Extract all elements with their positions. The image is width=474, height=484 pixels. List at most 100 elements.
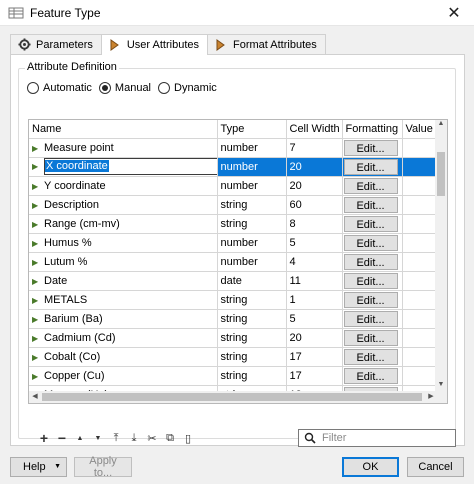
cell-name[interactable]: ▶ Y coordinate — [29, 176, 218, 196]
cell-value[interactable] — [402, 138, 438, 158]
scroll-left-icon[interactable]: ◀ — [29, 391, 41, 403]
cell-width[interactable]: 1 — [286, 290, 343, 310]
move-top-icon[interactable]: ⤒ — [107, 429, 125, 447]
column-header-formatting[interactable]: Formatting — [342, 120, 403, 139]
remove-icon[interactable]: − — [53, 429, 71, 447]
ok-button[interactable]: OK — [342, 457, 399, 477]
column-header-type[interactable]: Type — [217, 120, 287, 139]
cell-value[interactable] — [402, 176, 438, 196]
filter-input[interactable] — [320, 431, 450, 445]
cell-type[interactable]: number — [217, 138, 287, 158]
edit-formatting-button[interactable]: Edit... — [343, 330, 398, 346]
cell-name[interactable]: ▶ Lutum % — [29, 252, 218, 272]
edit-formatting-button[interactable]: Edit... — [343, 311, 398, 327]
cell-width[interactable]: 60 — [286, 195, 343, 215]
cell-width[interactable]: 5 — [286, 309, 343, 329]
column-header-cell-width[interactable]: Cell Width — [286, 120, 343, 139]
cell-width[interactable]: 20 — [286, 157, 343, 177]
cell-name[interactable]: ▶ METALS — [29, 290, 218, 310]
cell-value[interactable] — [402, 214, 438, 234]
cell-value[interactable] — [402, 366, 438, 386]
edit-formatting-button[interactable]: Edit... — [343, 368, 398, 384]
tab-user-attributes[interactable]: User Attributes — [100, 34, 208, 55]
cell-width[interactable]: 17 — [286, 347, 343, 367]
cell-width[interactable]: 8 — [286, 214, 343, 234]
scroll-thumb[interactable] — [42, 393, 422, 401]
help-button[interactable]: Help ▼ — [10, 457, 67, 477]
cell-type[interactable]: date — [217, 271, 287, 291]
move-down-icon[interactable]: ▼ — [89, 429, 107, 447]
cancel-button[interactable]: Cancel — [407, 457, 464, 477]
tab-parameters[interactable]: Parameters — [10, 34, 102, 54]
cell-value[interactable] — [402, 252, 438, 272]
cell-value[interactable] — [402, 328, 438, 348]
radio-automatic[interactable]: Automatic — [27, 82, 92, 94]
cell-type[interactable]: number — [217, 252, 287, 272]
column-header-value[interactable]: Value — [402, 120, 438, 139]
edit-formatting-button[interactable]: Edit... — [343, 349, 398, 365]
table-row[interactable]: ▶ Copper (Cu) string 17 Edit... — [29, 366, 438, 386]
table-row[interactable]: ▶ Barium (Ba) string 5 Edit... — [29, 309, 438, 329]
cut-icon[interactable]: ✂ — [143, 429, 161, 447]
cell-type[interactable]: string — [217, 290, 287, 310]
table-row[interactable]: ▶ Date date 11 Edit... — [29, 271, 438, 291]
scroll-right-icon[interactable]: ▶ — [425, 391, 437, 403]
cell-width[interactable]: 17 — [286, 366, 343, 386]
radio-button[interactable] — [98, 82, 111, 94]
cell-value[interactable] — [402, 157, 438, 177]
column-header-name[interactable]: Name — [29, 120, 218, 139]
scroll-up-icon[interactable]: ▲ — [435, 120, 447, 132]
scroll-thumb[interactable] — [437, 152, 445, 196]
table-row[interactable]: ▶ Y coordinate number 20 Edit... — [29, 176, 438, 196]
cell-name[interactable]: ▶ Measure point — [29, 138, 218, 158]
move-bottom-icon[interactable]: ⤓ — [125, 429, 143, 447]
cell-name[interactable]: ▶ Range (cm-mv) — [29, 214, 218, 234]
table-row[interactable]: ▶ Cadmium (Cd) string 20 Edit... — [29, 328, 438, 348]
cell-value[interactable] — [402, 195, 438, 215]
edit-formatting-button[interactable]: Edit... — [343, 197, 398, 213]
edit-formatting-button[interactable]: Edit... — [343, 140, 398, 156]
edit-formatting-button[interactable]: Edit... — [343, 159, 398, 175]
vertical-scrollbar[interactable]: ▲ ▼ — [435, 120, 447, 403]
edit-formatting-button[interactable]: Edit... — [343, 216, 398, 232]
apply-to-button[interactable]: Apply to... — [74, 455, 132, 479]
cell-value[interactable] — [402, 309, 438, 329]
close-icon[interactable]: ✕ — [434, 0, 474, 26]
edit-formatting-button[interactable]: Edit... — [343, 178, 398, 194]
table-row[interactable]: ▶ X coordinate number 20 Edit... — [29, 157, 438, 177]
cell-width[interactable]: 11 — [286, 271, 343, 291]
move-up-icon[interactable]: ▲ — [71, 429, 89, 447]
cell-value[interactable] — [402, 290, 438, 310]
cell-name[interactable]: ▶ Cadmium (Cd) — [29, 328, 218, 348]
name-edit-field[interactable]: X coordinate — [44, 158, 216, 175]
table-row[interactable]: ▶ METALS string 1 Edit... — [29, 290, 438, 310]
cell-name[interactable]: ▶ Barium (Ba) — [29, 309, 218, 329]
edit-formatting-button[interactable]: Edit... — [343, 254, 398, 270]
radio-button[interactable] — [158, 82, 170, 94]
radio-manual[interactable]: Manual — [98, 82, 151, 94]
cell-type[interactable]: number — [217, 176, 287, 196]
cell-type[interactable]: number — [217, 157, 287, 177]
cell-name[interactable]: ▶ Description — [29, 195, 218, 215]
cell-value[interactable] — [402, 271, 438, 291]
cell-type[interactable]: string — [217, 195, 287, 215]
edit-formatting-button[interactable]: Edit... — [343, 292, 398, 308]
filter-box[interactable] — [298, 429, 456, 447]
cell-name[interactable]: ▶ Copper (Cu) — [29, 366, 218, 386]
cell-width[interactable]: 7 — [286, 138, 343, 158]
cell-type[interactable]: string — [217, 309, 287, 329]
cell-name[interactable]: ▶ Humus % — [29, 233, 218, 253]
table-row[interactable]: ▶ Humus % number 5 Edit... — [29, 233, 438, 253]
cell-width[interactable]: 4 — [286, 252, 343, 272]
cell-type[interactable]: string — [217, 366, 287, 386]
table-row[interactable]: ▶ Cobalt (Co) string 17 Edit... — [29, 347, 438, 367]
cell-type[interactable]: string — [217, 214, 287, 234]
table-row[interactable]: ▶ Lutum % number 4 Edit... — [29, 252, 438, 272]
horizontal-scrollbar[interactable]: ◀ ▶ — [29, 391, 437, 403]
add-icon[interactable]: + — [35, 429, 53, 447]
table-row[interactable]: ▶ Measure point number 7 Edit... — [29, 138, 438, 158]
cell-type[interactable]: string — [217, 347, 287, 367]
tab-format-attributes[interactable]: Format Attributes — [207, 34, 326, 54]
edit-formatting-button[interactable]: Edit... — [343, 273, 398, 289]
cell-type[interactable]: string — [217, 328, 287, 348]
